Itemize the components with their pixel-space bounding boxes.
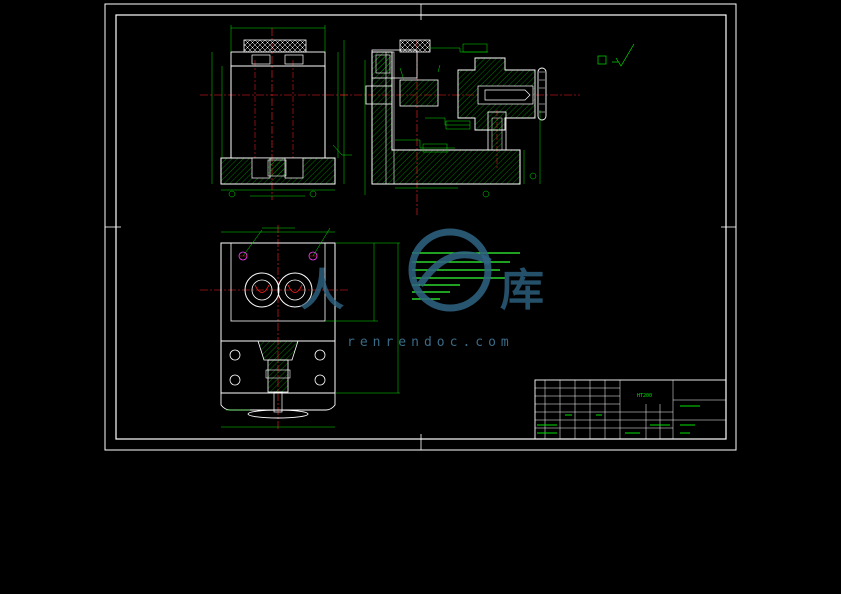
front-view [200,25,352,200]
svg-text:库: 库 [500,265,544,316]
svg-text:人: 人 [300,265,344,316]
watermark: 人 库 renrendoc.com [300,228,544,350]
top-view [200,225,400,430]
sheet-border [104,3,737,451]
cad-drawing-sheet: 人 库 renrendoc.com HT200 [104,3,737,451]
side-section-view [340,39,580,215]
material-label: HT200 [637,393,652,399]
surface-roughness-symbol [597,43,635,67]
watermark-url: renrendoc.com [347,335,514,350]
title-block: HT200 [534,379,727,440]
